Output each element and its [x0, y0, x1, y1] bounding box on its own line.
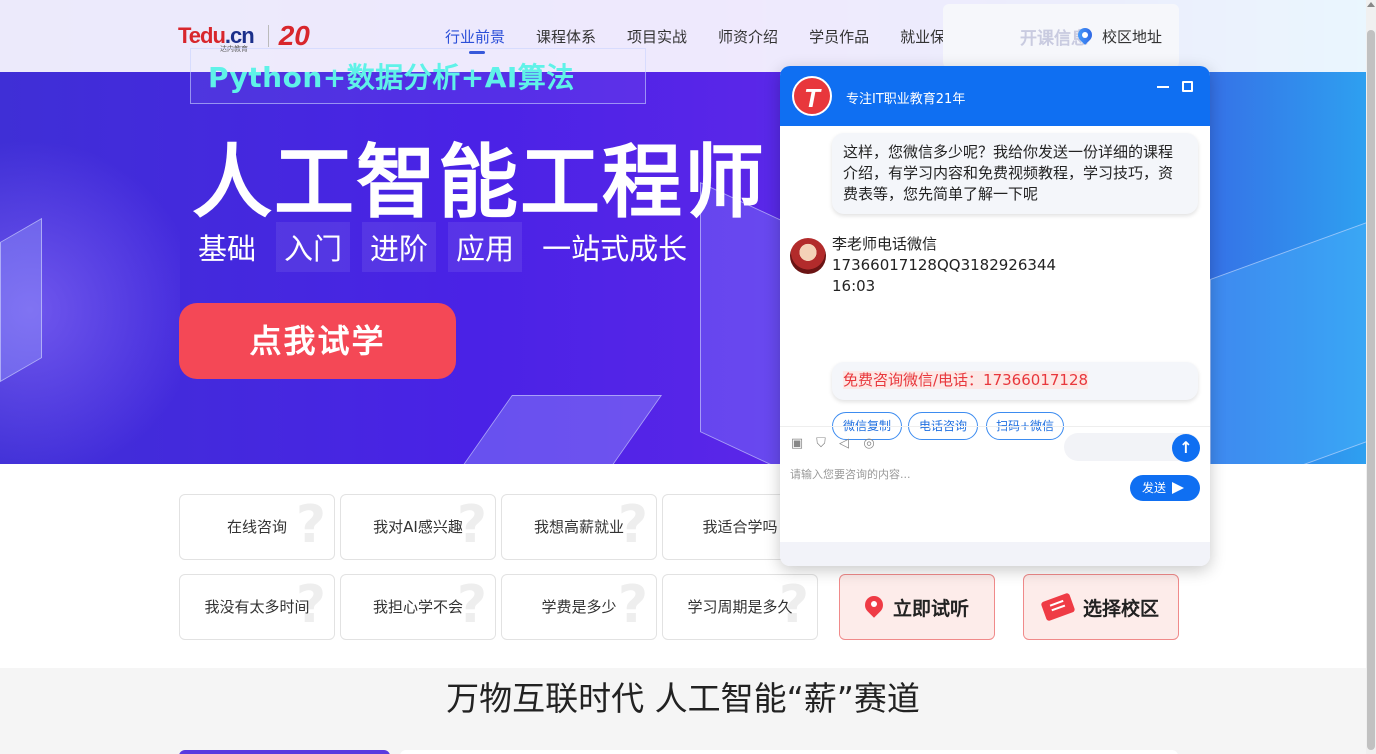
hero-tag: 一站式成长 [542, 232, 688, 266]
nav-item-courses[interactable]: 课程体系 [536, 26, 596, 47]
nav-item-projects[interactable]: 项目实战 [627, 26, 687, 47]
hero-tag: 进阶 [362, 222, 437, 272]
location-pin-icon [1078, 28, 1092, 46]
section-title: 万物互联时代 人工智能“薪”赛道 [446, 679, 920, 718]
avatar [790, 238, 826, 274]
nav-item-works[interactable]: 学员作品 [809, 26, 869, 47]
page: Tedu.cn 达内教育 20 行业前景 课程体系 项目实战 师资介绍 学员作品… [0, 0, 1376, 754]
send-icon [1172, 482, 1184, 494]
logo-divider [267, 25, 269, 47]
question-button[interactable]: ? 我对AI感兴趣 [340, 494, 496, 560]
sound-icon[interactable]: ◁ [837, 437, 851, 451]
chat-logo: T [792, 76, 832, 116]
choose-campus-button[interactable]: 选择校区 [1023, 574, 1179, 640]
scroll-up-arrow-icon[interactable] [1367, 2, 1375, 7]
question-button[interactable]: ? 我没有太多时间 [179, 574, 335, 640]
try-listen-button[interactable]: 立即试听 [839, 574, 995, 640]
hero-tag: 入门 [276, 222, 351, 272]
agent-info: 李老师电话微信 17366017128QQ3182926344 16:03 [832, 234, 1056, 297]
question-button[interactable]: ? 学费是多少 [501, 574, 657, 640]
campus-address-link[interactable]: 校区地址 [1078, 26, 1162, 47]
card-preview [179, 750, 390, 754]
hero-subtitle: Python+数据分析+AI算法 [208, 61, 575, 94]
try-learning-button[interactable]: 点我试学 [179, 303, 456, 379]
question-button[interactable]: ? 学习周期是多久 [662, 574, 818, 640]
chat-messages: 这样，您微信多少呢？我给你发送一份详细的课程介绍，有学习内容和免费视频教程，学习… [780, 126, 1210, 440]
question-mark-icon: ? [295, 495, 326, 555]
agent-name: 李老师电话微信 [832, 235, 938, 253]
message-time: 16:03 [832, 277, 876, 295]
chat-widget: T 专注IT职业教育21年 这样，您微信多少呢？我给你发送一份详细的课程介绍，有… [780, 66, 1210, 566]
nav-item-industry[interactable]: 行业前景 [445, 26, 505, 54]
hero-tag: 基础 [198, 232, 257, 266]
shield-icon[interactable]: ⛉ [814, 437, 828, 451]
scrollbar-thumb[interactable] [1367, 30, 1375, 750]
agent-contact: 17366017128QQ3182926344 [832, 256, 1057, 274]
question-mark-icon: ? [617, 575, 648, 635]
chat-message: 免费咨询微信/电话：17366017128 [832, 362, 1198, 400]
decor-crystal [0, 217, 42, 383]
hero-headline: 人工智能工程师 [192, 136, 766, 229]
hero-tag: 应用 [448, 222, 523, 272]
ticket-icon [1040, 592, 1076, 622]
image-icon[interactable]: ▣ [790, 437, 804, 451]
question-button[interactable]: ? 我想高薪就业 [501, 494, 657, 560]
decor-crystal [427, 395, 663, 464]
minimize-icon[interactable] [1157, 86, 1169, 88]
chat-input[interactable]: 请输入您要咨询的内容... [790, 466, 911, 482]
location-pin-icon [865, 596, 883, 618]
main-nav: 行业前景 课程体系 项目实战 师资介绍 学员作品 就业保障 [445, 26, 991, 54]
maximize-icon[interactable] [1182, 81, 1193, 92]
question-button[interactable]: ? 在线咨询 [179, 494, 335, 560]
hero-tags: 基础 入门 进阶 应用 一站式成长 [190, 222, 707, 272]
nav-item-teachers[interactable]: 师资介绍 [718, 26, 778, 47]
wechat-icon[interactable]: ◎ [862, 437, 876, 451]
campus-label: 校区地址 [1102, 28, 1163, 46]
chat-title: 专注IT职业教育21年 [846, 92, 966, 107]
chat-message: 这样，您微信多少呢？我给你发送一份详细的课程介绍，有学习内容和免费视频教程，学习… [832, 133, 1198, 214]
chat-header: T 专注IT职业教育21年 [780, 66, 1210, 126]
arrow-up-icon[interactable]: ↑ [1172, 434, 1200, 462]
decor-crystal [1210, 220, 1366, 464]
chat-toolbar: ▣ ⛉ ◁ ◎ ↑ [780, 426, 1210, 466]
question-button[interactable]: ? 我担心学不会 [340, 574, 496, 640]
chat-footer [780, 542, 1210, 566]
send-button[interactable]: 发送 [1130, 475, 1200, 501]
card-preview [400, 750, 1178, 754]
